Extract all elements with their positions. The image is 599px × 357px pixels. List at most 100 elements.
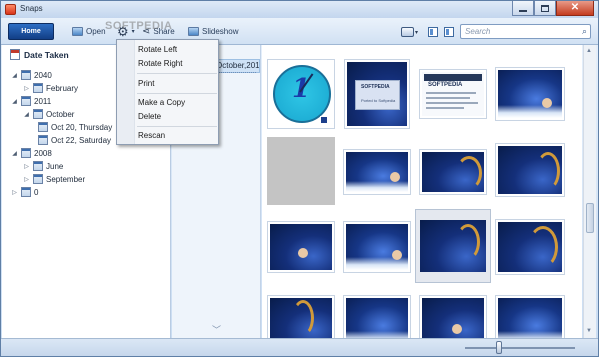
- menu-separator: [137, 73, 217, 74]
- photo: [346, 224, 408, 270]
- photo-figure: [452, 324, 462, 334]
- photo: [498, 146, 562, 194]
- collapse-icon[interactable]: ▷: [23, 163, 30, 170]
- status-bar: [1, 338, 598, 356]
- tree-item-oct-22[interactable]: Oct 22, Saturday: [38, 135, 111, 145]
- scroll-down-icon[interactable]: ▼: [586, 328, 592, 334]
- photo-clouds: [346, 331, 408, 338]
- photo-figure: [392, 250, 402, 260]
- thumbnail[interactable]: [495, 143, 565, 197]
- chevron-down-icon[interactable]: ﹀: [212, 323, 221, 336]
- tree-item-february[interactable]: ▷ February: [23, 83, 78, 93]
- photo-swirl: [456, 224, 480, 260]
- thumbnail[interactable]: [419, 149, 487, 195]
- tree-item-0[interactable]: ▷ 0: [11, 187, 38, 197]
- grid-view-icon[interactable]: [444, 27, 454, 37]
- thumbnail[interactable]: [267, 295, 335, 338]
- close-button[interactable]: ✕: [556, 1, 594, 16]
- doc-line: [426, 102, 478, 104]
- photo: [346, 152, 408, 192]
- calendar-icon: [33, 109, 43, 119]
- minimize-button[interactable]: [512, 1, 534, 16]
- photo: [270, 298, 332, 338]
- open-label: Open: [86, 27, 106, 36]
- menu-item-print[interactable]: Print: [138, 79, 154, 88]
- tree-item-label: September: [46, 174, 86, 184]
- search-box[interactable]: ⌕: [460, 24, 591, 39]
- slideshow-icon: [188, 27, 199, 36]
- expand-icon[interactable]: ◢: [11, 150, 18, 157]
- thumbnail[interactable]: [419, 295, 487, 338]
- tree-item-2008[interactable]: ◢ 2008: [11, 148, 52, 158]
- photo: [270, 224, 332, 270]
- photo-clouds: [498, 104, 562, 118]
- expand-icon[interactable]: ◢: [23, 111, 30, 118]
- menu-item-make-a-copy[interactable]: Make a Copy: [138, 98, 185, 107]
- collapse-icon[interactable]: ▷: [11, 189, 18, 196]
- doc-line: [426, 92, 476, 94]
- thumbnail[interactable]: SOFTPEDIA: [419, 69, 487, 119]
- tree-item-label: Oct 22, Saturday: [51, 135, 112, 145]
- tree-item-june[interactable]: ▷ June: [23, 161, 63, 171]
- window-controls: ✕: [512, 1, 594, 17]
- vertical-scrollbar[interactable]: ▲ ▼: [583, 45, 596, 338]
- photo: [422, 298, 484, 338]
- open-button[interactable]: Open: [72, 25, 106, 38]
- tree-item-label: February: [46, 83, 79, 93]
- home-button[interactable]: Home: [8, 23, 54, 40]
- thumbnail[interactable]: 1: [267, 59, 335, 129]
- scroll-up-icon[interactable]: ▲: [586, 48, 592, 54]
- menu-item-rotate-left[interactable]: Rotate Left: [138, 45, 177, 54]
- expand-icon[interactable]: ◢: [11, 98, 18, 105]
- collapse-icon[interactable]: ▷: [23, 85, 30, 92]
- photo-swirl: [292, 300, 314, 336]
- tree-item-september[interactable]: ▷ September: [23, 174, 85, 184]
- thumbnail-placeholder[interactable]: [267, 137, 335, 205]
- camera-import-icon[interactable]: [401, 27, 414, 37]
- doc-line: [426, 107, 464, 109]
- minimize-icon: [519, 9, 527, 12]
- photo-swirl: [456, 156, 482, 190]
- search-input[interactable]: [461, 25, 573, 38]
- calendar-icon: [33, 161, 43, 171]
- maximize-icon: [541, 4, 549, 12]
- toolbar: Home Open ⚙ ▾ ⋖ Share Slideshow ▾ ⌕: [1, 18, 598, 45]
- thumbnail[interactable]: [495, 219, 565, 275]
- scrollbar-thumb[interactable]: [586, 203, 594, 233]
- close-icon: ✕: [570, 2, 580, 13]
- thumbnail[interactable]: [495, 295, 565, 338]
- camera-dropdown-icon[interactable]: ▾: [415, 29, 418, 36]
- app-window: Snaps ✕ Home Open ⚙ ▾ ⋖ Share Slideshow …: [0, 0, 599, 357]
- thumbnail-grid: 1 SOFTPEDIA Ported to Softpedia SOFTPEDI…: [262, 45, 582, 338]
- doc-logo: SOFTPEDIA: [428, 82, 463, 88]
- tree-item-2040[interactable]: ◢ 2040: [11, 70, 52, 80]
- zoom-slider-track[interactable]: [465, 347, 575, 349]
- thumbnail[interactable]: [343, 149, 411, 195]
- photo: [346, 298, 408, 338]
- expand-icon[interactable]: ◢: [11, 72, 18, 79]
- thumbnail[interactable]: [343, 295, 411, 338]
- split-view-icon[interactable]: [428, 27, 438, 37]
- menu-item-delete[interactable]: Delete: [138, 112, 161, 121]
- calendar-icon: [21, 187, 31, 197]
- clock-image: 1: [270, 62, 332, 126]
- thumbnail[interactable]: [267, 221, 335, 273]
- calendar-icon: [38, 135, 48, 145]
- maximize-button[interactable]: [534, 1, 556, 16]
- tree-item-october[interactable]: ◢ October: [23, 109, 74, 119]
- thumbnail[interactable]: [495, 67, 565, 121]
- tree-item-2011[interactable]: ◢ 2011: [11, 96, 51, 106]
- collapse-icon[interactable]: ▷: [23, 176, 30, 183]
- menu-item-rotate-right[interactable]: Rotate Right: [138, 59, 182, 68]
- thumbnail[interactable]: SOFTPEDIA Ported to Softpedia: [344, 59, 410, 129]
- thumbnail[interactable]: [343, 221, 411, 273]
- tree-item-oct-20[interactable]: Oct 20, Thursday: [38, 122, 112, 132]
- menu-gutter: [117, 40, 135, 144]
- zoom-slider-handle[interactable]: [496, 341, 502, 354]
- video-badge-icon: [320, 116, 328, 124]
- thumbnail-selected[interactable]: [415, 209, 491, 283]
- menu-item-rescan[interactable]: Rescan: [138, 131, 165, 140]
- open-icon: [72, 27, 83, 36]
- search-icon[interactable]: ⌕: [582, 26, 587, 37]
- slideshow-button[interactable]: Slideshow: [188, 25, 238, 38]
